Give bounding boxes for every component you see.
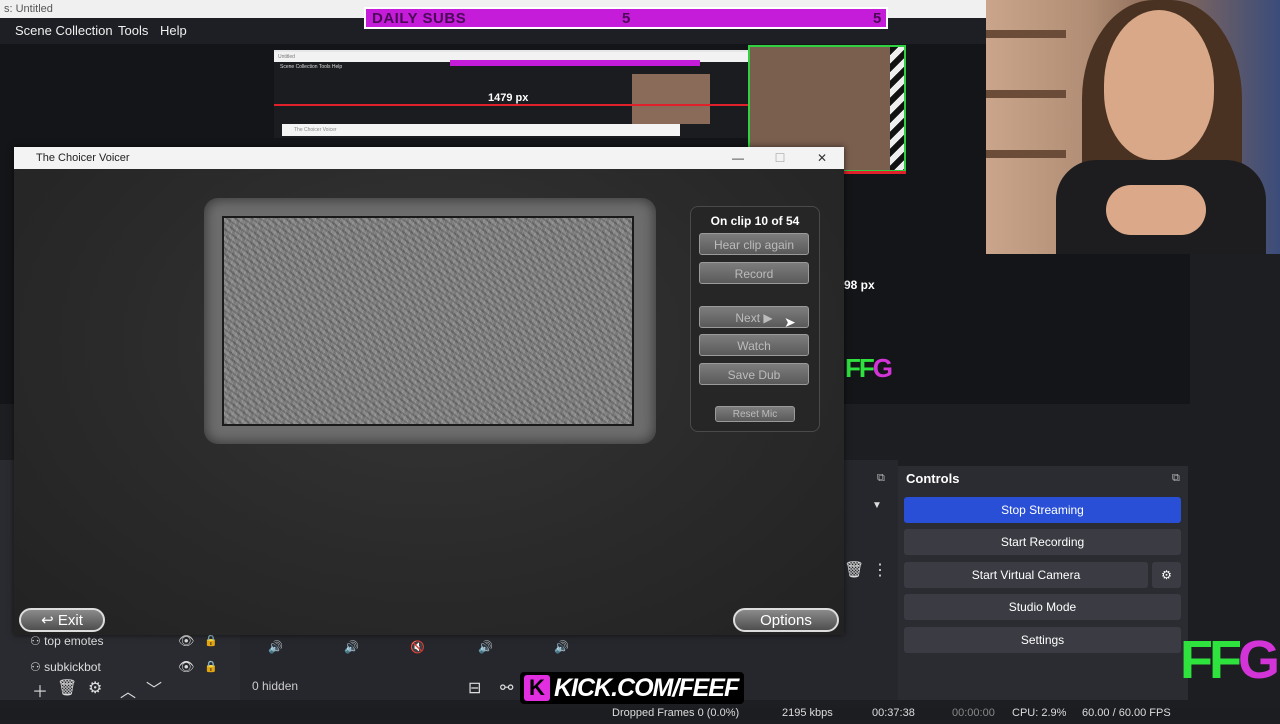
menu-help[interactable]: Help (160, 18, 187, 44)
streamer-face (1104, 10, 1214, 160)
dropdown-arrow-icon[interactable]: ▼ (872, 500, 882, 511)
options-button[interactable]: Options (733, 608, 839, 632)
speaker-icon[interactable]: 🔊 (554, 640, 569, 654)
mini-webcam (632, 74, 710, 124)
ffg-logo: FFG (1180, 630, 1280, 690)
ffg-logo-small: FFG (845, 353, 893, 383)
start-virtual-camera-button[interactable]: Start Virtual Camera (904, 562, 1148, 588)
source-item[interactable]: ⚇ subkickbot (30, 656, 101, 678)
watch-button[interactable]: Watch (699, 334, 809, 356)
link-icon[interactable]: ⚯ (500, 678, 513, 698)
video-static-screen (222, 216, 634, 426)
shelf (986, 90, 1066, 98)
shelf (986, 150, 1066, 158)
source-name: top emotes (44, 634, 104, 648)
speaker-icon[interactable]: 🔊 (478, 640, 493, 654)
source-icon: ⚇ (30, 660, 45, 674)
kick-banner: K KICK.COM/FEEF (520, 672, 745, 704)
status-bar: Dropped Frames 0 (0.0%) 2195 kbps 00:37:… (0, 707, 1280, 720)
choicer-title-bar: The Choicer Voicer (14, 147, 844, 169)
mini-choicer-window: The Choicer Voicer (282, 124, 680, 136)
menu-scene-collection[interactable]: Scene Collection (15, 18, 113, 44)
studio-mode-button[interactable]: Studio Mode (904, 594, 1181, 620)
clip-panel: On clip 10 of 54 Hear clip again Record … (690, 206, 820, 432)
lock-icon[interactable]: 🔒 (204, 660, 218, 673)
undock-icon[interactable]: ⧉ (1172, 472, 1180, 485)
mini-menu: Scene Collection Tools Help (280, 64, 343, 70)
lock-icon[interactable]: 🔒 (204, 634, 218, 647)
daily-subs-label: DAILY SUBS (372, 10, 467, 27)
dropped-frames: Dropped Frames 0 (0.0%) (612, 707, 740, 719)
stop-streaming-button[interactable]: Stop Streaming (904, 497, 1181, 523)
minimize-icon[interactable]: — (724, 147, 752, 169)
webcam-feed (986, 0, 1280, 254)
speaker-icon[interactable]: 🔊 (344, 640, 359, 654)
exit-button[interactable]: ↩ Exit (19, 608, 105, 632)
more-options-icon[interactable]: ⋮ (872, 560, 888, 580)
close-icon[interactable]: ✕ (808, 147, 836, 169)
shelf (986, 30, 1066, 38)
fps: 60.00 / 60.00 FPS (1082, 707, 1171, 719)
bitrate: 2195 kbps (782, 707, 833, 719)
mouse-cursor-icon: ➤ (784, 314, 796, 330)
mini-guide-line (274, 104, 748, 106)
menu-tools[interactable]: Tools (118, 18, 148, 44)
layout-icon[interactable]: ⊟ (468, 678, 481, 698)
daily-subs-overlay: DAILY SUBS 5 5 (364, 7, 888, 29)
visibility-eye-icon[interactable]: 👁 (178, 633, 195, 649)
gear-icon[interactable]: ⚙ (88, 678, 102, 698)
recursive-preview: Untitled Scene Collection Tools Help 147… (274, 50, 748, 138)
cpu-usage: CPU: 2.9% (1012, 707, 1067, 719)
hidden-count: 0 hidden (252, 679, 299, 693)
mini-px-label: 1479 px (488, 92, 529, 104)
hear-clip-again-button[interactable]: Hear clip again (699, 233, 809, 255)
record-button[interactable]: Record (699, 262, 809, 284)
streamer-hand (1106, 185, 1206, 235)
visibility-eye-icon[interactable]: 👁 (178, 659, 195, 675)
kick-url: KICK.COM/FEEF (554, 673, 739, 702)
undock-icon[interactable]: ⧉ (877, 472, 885, 485)
muted-speaker-icon[interactable]: 🔇 (410, 640, 425, 654)
controls-title: Controls (906, 471, 960, 486)
record-timer: 00:00:00 (952, 707, 995, 719)
video-frame (204, 198, 656, 444)
save-dub-button[interactable]: Save Dub (699, 363, 809, 385)
source-name: subkickbot (44, 660, 101, 674)
speaker-icon[interactable]: 🔊 (268, 640, 283, 654)
clip-counter: On clip 10 of 54 (710, 214, 800, 228)
daily-subs-count: 5 (622, 10, 631, 27)
virtual-camera-settings-button[interactable]: ⚙ (1152, 562, 1181, 588)
gear-icon: ⚙ (1161, 568, 1172, 582)
kick-logo-icon: K (524, 675, 550, 701)
trash-icon[interactable]: 🗑 (844, 560, 864, 580)
choicer-voicer-window: The Choicer Voicer — ☐ ✕ On clip 10 of 5… (14, 147, 844, 635)
maximize-icon[interactable]: ☐ (766, 147, 794, 169)
stream-timer: 00:37:38 (872, 707, 915, 719)
source-icon: ⚇ (30, 634, 45, 648)
chevron-up-icon[interactable]: ︿ (120, 678, 136, 702)
selection-stripe (890, 47, 904, 170)
add-icon[interactable]: ＋ (32, 678, 48, 702)
mini-daily-subs (450, 60, 700, 66)
settings-button[interactable]: Settings (904, 627, 1181, 653)
chevron-down-icon[interactable]: ﹀ (146, 676, 162, 700)
daily-subs-goal: 5 (873, 10, 882, 27)
trash-icon[interactable]: 🗑 (57, 678, 77, 698)
start-recording-button[interactable]: Start Recording (904, 529, 1181, 555)
px-measure-label: 98 px (844, 278, 875, 292)
reset-mic-button[interactable]: Reset Mic (715, 406, 795, 422)
